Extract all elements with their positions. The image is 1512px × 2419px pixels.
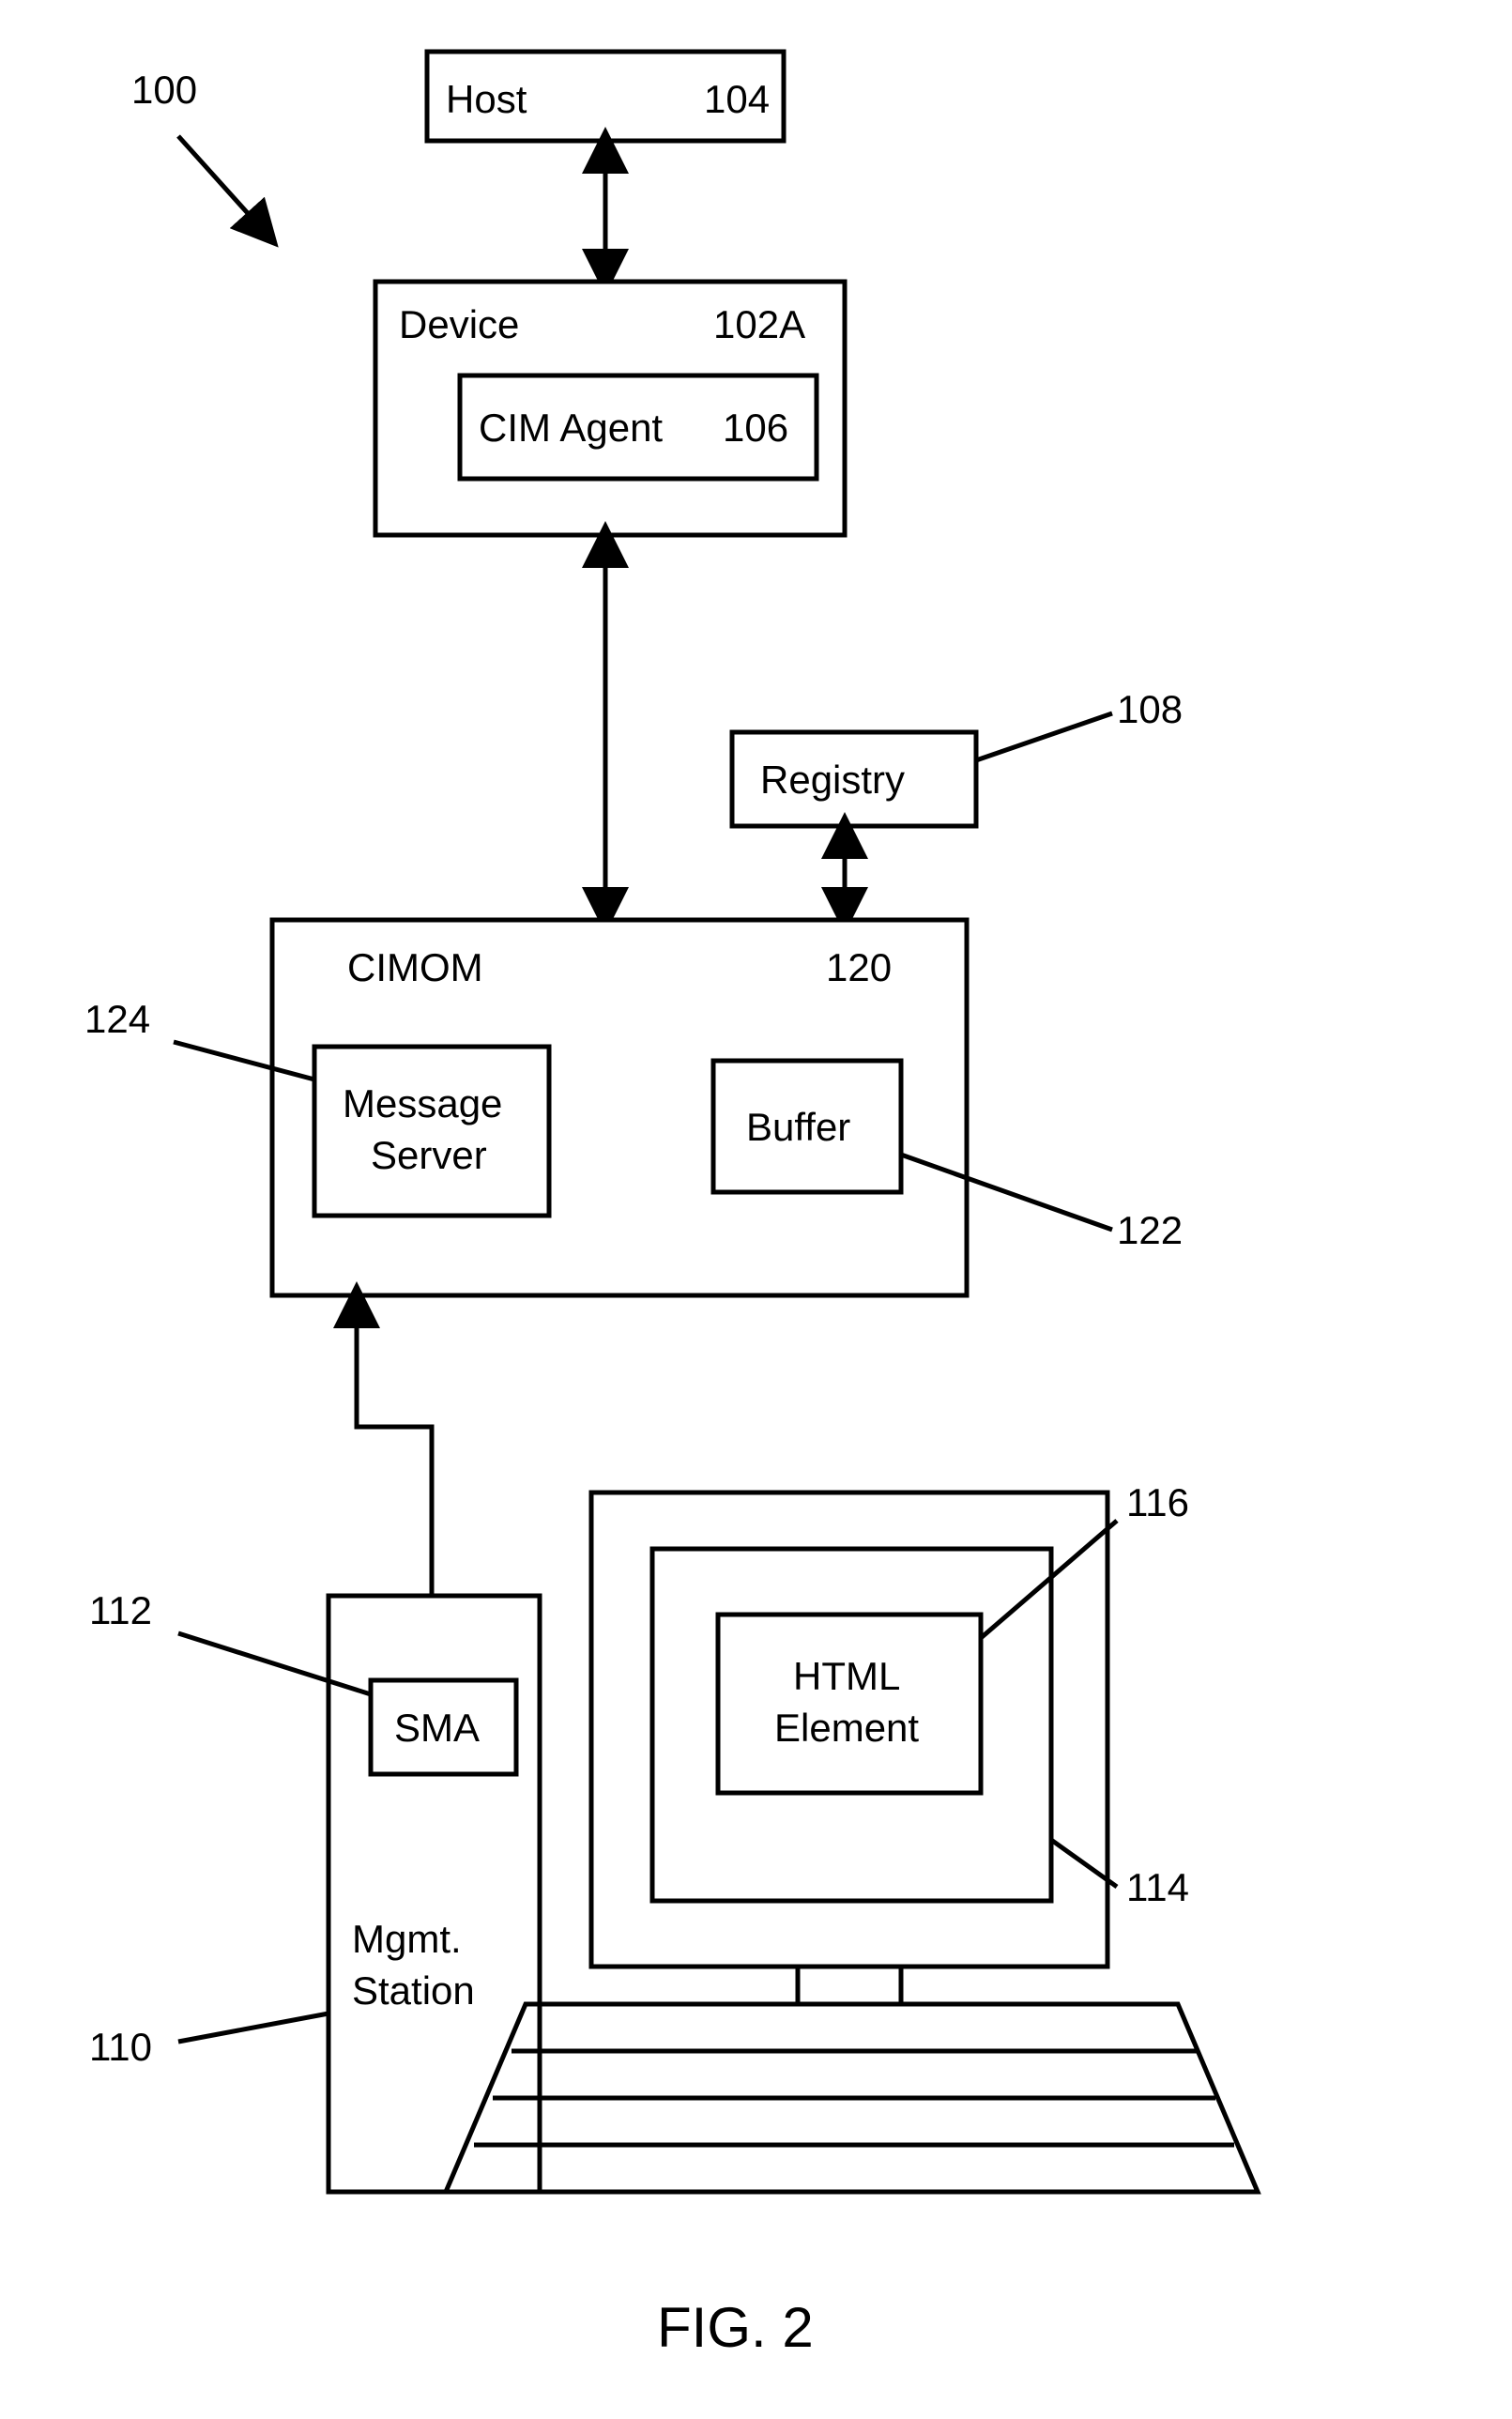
host-ref: 104	[704, 77, 770, 121]
system-ref-label: 100	[131, 68, 197, 112]
registry-label: Registry	[760, 758, 905, 802]
host-label: Host	[446, 77, 527, 121]
html-element-label-2: Element	[774, 1706, 919, 1750]
mgmt-station-label-1: Mgmt.	[352, 1917, 462, 1961]
cim-agent-ref: 106	[723, 406, 788, 450]
buffer-ref: 122	[1117, 1208, 1183, 1252]
message-server-box	[314, 1047, 549, 1216]
html-element-label-1: HTML	[793, 1654, 900, 1698]
cimom-label: CIMOM	[347, 945, 483, 989]
mgmt-station-ref: 110	[89, 2025, 152, 2069]
buffer-label: Buffer	[746, 1105, 850, 1149]
mgmt-station-leader	[178, 2013, 328, 2042]
device-label: Device	[399, 302, 519, 346]
display-ref: 114	[1126, 1865, 1189, 1909]
keyboard-icon	[446, 2004, 1258, 2192]
message-server-ref: 124	[84, 997, 150, 1041]
message-server-label-1: Message	[343, 1081, 502, 1125]
cim-agent-label: CIM Agent	[479, 406, 663, 450]
registry-leader	[976, 713, 1112, 760]
html-element-ref: 116	[1126, 1480, 1189, 1524]
system-ref-arrow	[178, 136, 263, 230]
message-server-label-2: Server	[371, 1133, 487, 1177]
sma-ref: 112	[89, 1588, 152, 1632]
device-ref: 102A	[713, 302, 805, 346]
html-element-box	[718, 1615, 981, 1793]
mgmt-station-label-2: Station	[352, 1968, 475, 2013]
registry-ref: 108	[1117, 687, 1183, 731]
figure-caption: FIG. 2	[657, 2296, 814, 2359]
cimom-ref: 120	[826, 945, 892, 989]
diagram-fig2: 100 Host 104 Device 102A CIM Agent 106 R…	[0, 0, 1512, 2419]
sma-label: SMA	[394, 1706, 480, 1750]
